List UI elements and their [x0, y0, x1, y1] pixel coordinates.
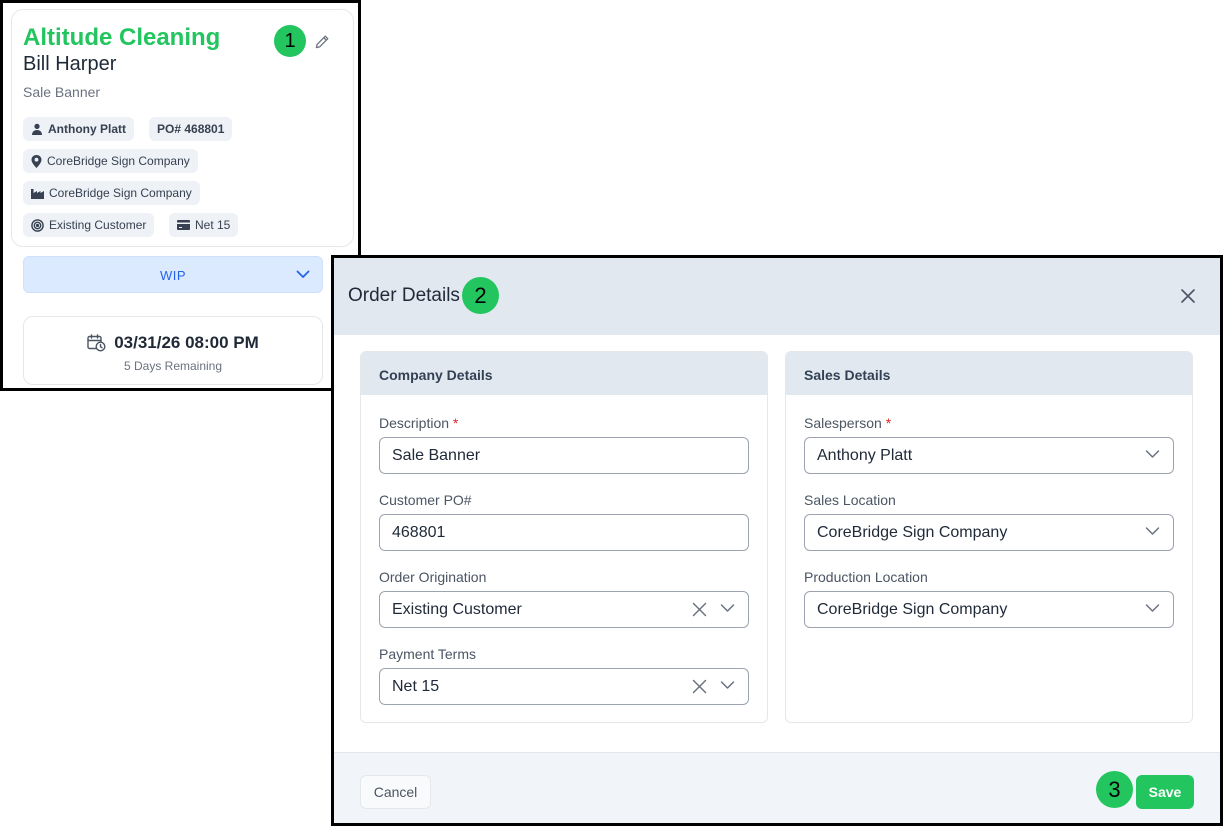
due-date-box: 03/31/26 08:00 PM 5 Days Remaining	[23, 316, 323, 385]
factory-icon	[31, 188, 44, 199]
payment-terms-value: Net 15	[392, 678, 440, 695]
sales-location-select[interactable]: CoreBridge Sign Company	[804, 514, 1174, 551]
production-location-chip: CoreBridge Sign Company	[23, 181, 200, 205]
modal-footer: Cancel 3 Save	[334, 752, 1220, 823]
description-input[interactable]: Sale Banner	[379, 437, 749, 474]
payment-terms-label: Payment Terms	[379, 646, 476, 662]
status-label: WIP	[159, 268, 187, 283]
description-label-text: Description	[379, 415, 450, 431]
salesperson-value: Anthony Platt	[817, 447, 913, 464]
contact-name: Bill Harper	[23, 53, 117, 75]
days-remaining: 5 Days Remaining	[123, 359, 223, 373]
due-date: 03/31/26 08:00 PM	[24, 333, 322, 353]
chevron-down-icon[interactable]	[720, 680, 735, 690]
target-icon	[31, 218, 44, 232]
payment-terms-chip-label: Net 15	[195, 218, 231, 232]
chevron-down-icon	[296, 270, 310, 278]
order-origination-label: Order Origination	[379, 569, 487, 585]
required-marker: *	[452, 415, 459, 431]
order-origination-select[interactable]: Existing Customer	[379, 591, 749, 628]
modal-header: Order Details 2	[334, 258, 1220, 335]
production-location-value: CoreBridge Sign Company	[817, 601, 1008, 618]
close-icon	[1181, 289, 1195, 303]
salesperson-label-text: Salesperson	[804, 415, 882, 431]
sales-location-value: CoreBridge Sign Company	[817, 524, 1008, 541]
production-location-label: Production Location	[804, 569, 928, 585]
map-pin-icon	[31, 154, 42, 168]
edit-button[interactable]	[312, 32, 332, 52]
calendar-clock-icon	[87, 334, 106, 352]
pencil-icon	[315, 35, 329, 49]
sales-location-chip: CoreBridge Sign Company	[23, 149, 198, 173]
order-description: Sale Banner	[23, 84, 101, 100]
cancel-button[interactable]: Cancel	[360, 775, 431, 809]
clear-icon[interactable]	[692, 679, 707, 694]
salesperson-chip: Anthony Platt	[23, 117, 134, 141]
order-card-panel: Altitude Cleaning Bill Harper Sale Banne…	[0, 0, 361, 391]
salesperson-chip-label: Anthony Platt	[48, 122, 126, 136]
close-button[interactable]	[1178, 286, 1198, 306]
modal-title: Order Details	[348, 285, 460, 306]
origination-chip: Existing Customer	[23, 213, 155, 237]
salesperson-label: Salesperson *	[804, 415, 891, 431]
sales-details-heading: Sales Details	[786, 352, 1192, 395]
order-origination-value: Existing Customer	[392, 601, 522, 618]
chevron-down-icon[interactable]	[1145, 603, 1160, 613]
clear-icon[interactable]	[692, 602, 707, 617]
customer-po-label: Customer PO#	[379, 492, 472, 508]
po-chip: PO# 468801	[149, 117, 233, 141]
payment-terms-select[interactable]: Net 15	[379, 668, 749, 705]
credit-card-icon	[177, 220, 190, 230]
person-icon	[32, 123, 42, 135]
sales-location-label: Sales Location	[804, 492, 896, 508]
modal-body: Company Details Description * Sale Banne…	[334, 335, 1220, 752]
sales-details-panel: Sales Details Salesperson * Anthony Plat…	[785, 351, 1193, 723]
due-date-text: 03/31/26 08:00 PM	[114, 333, 259, 352]
description-label: Description *	[379, 415, 458, 431]
chevron-down-icon[interactable]	[1145, 449, 1160, 459]
step-badge-3: 3	[1096, 771, 1133, 808]
order-card[interactable]: Altitude Cleaning Bill Harper Sale Banne…	[11, 9, 354, 247]
required-marker: *	[885, 415, 892, 431]
company-details-panel: Company Details Description * Sale Banne…	[360, 351, 768, 723]
step-badge-2: 2	[462, 277, 499, 314]
production-location-select[interactable]: CoreBridge Sign Company	[804, 591, 1174, 628]
step-badge-1: 1	[274, 25, 306, 57]
po-chip-label: PO# 468801	[157, 122, 225, 136]
chevron-down-icon[interactable]	[1145, 526, 1160, 536]
salesperson-select[interactable]: Anthony Platt	[804, 437, 1174, 474]
sales-location-chip-label: CoreBridge Sign Company	[47, 154, 190, 168]
status-dropdown[interactable]: WIP	[23, 256, 323, 293]
production-location-chip-label: CoreBridge Sign Company	[49, 186, 192, 200]
order-details-modal: Order Details 2 Company Details Descript…	[331, 255, 1223, 826]
origination-chip-label: Existing Customer	[49, 218, 147, 232]
customer-po-input[interactable]: 468801	[379, 514, 749, 551]
company-name[interactable]: Altitude Cleaning	[23, 24, 220, 52]
chevron-down-icon[interactable]	[720, 603, 735, 613]
company-details-heading: Company Details	[361, 352, 767, 395]
payment-terms-chip: Net 15	[169, 213, 239, 237]
save-button[interactable]: Save	[1136, 775, 1194, 809]
